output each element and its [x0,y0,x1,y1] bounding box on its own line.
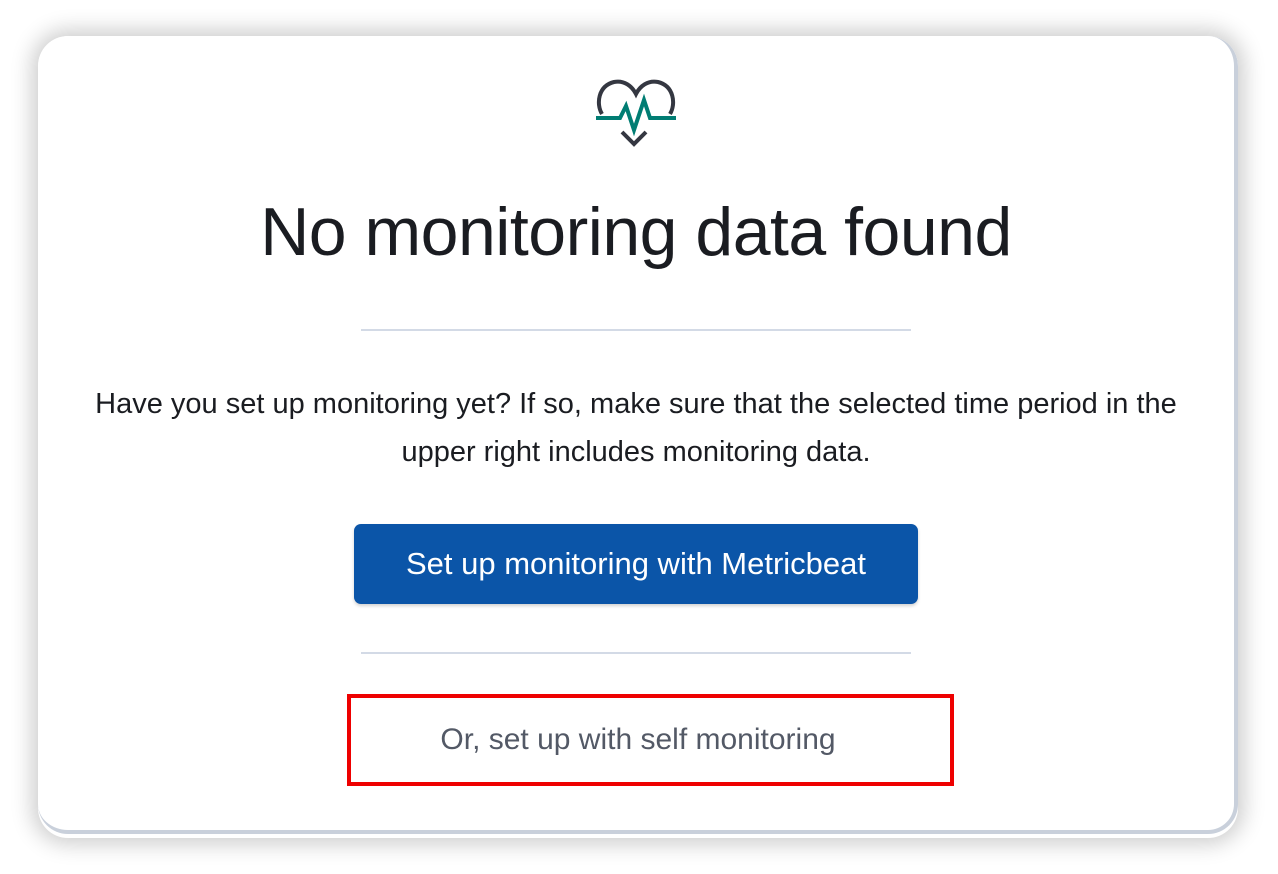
highlight-box: Or, set up with self monitoring [347,694,954,786]
panel-body: No monitoring data found Have you set up… [38,36,1238,834]
page-title: No monitoring data found [260,194,1012,270]
divider-top [361,329,911,331]
empty-state-description: Have you set up monitoring yet? If so, m… [95,388,1177,468]
monitoring-empty-state-card: No monitoring data found Have you set up… [38,36,1238,838]
self-monitoring-link[interactable]: Or, set up with self monitoring [351,698,925,782]
divider-bottom [361,652,911,654]
setup-metricbeat-button[interactable]: Set up monitoring with Metricbeat [354,524,918,604]
heart-pulse-icon [596,79,676,147]
